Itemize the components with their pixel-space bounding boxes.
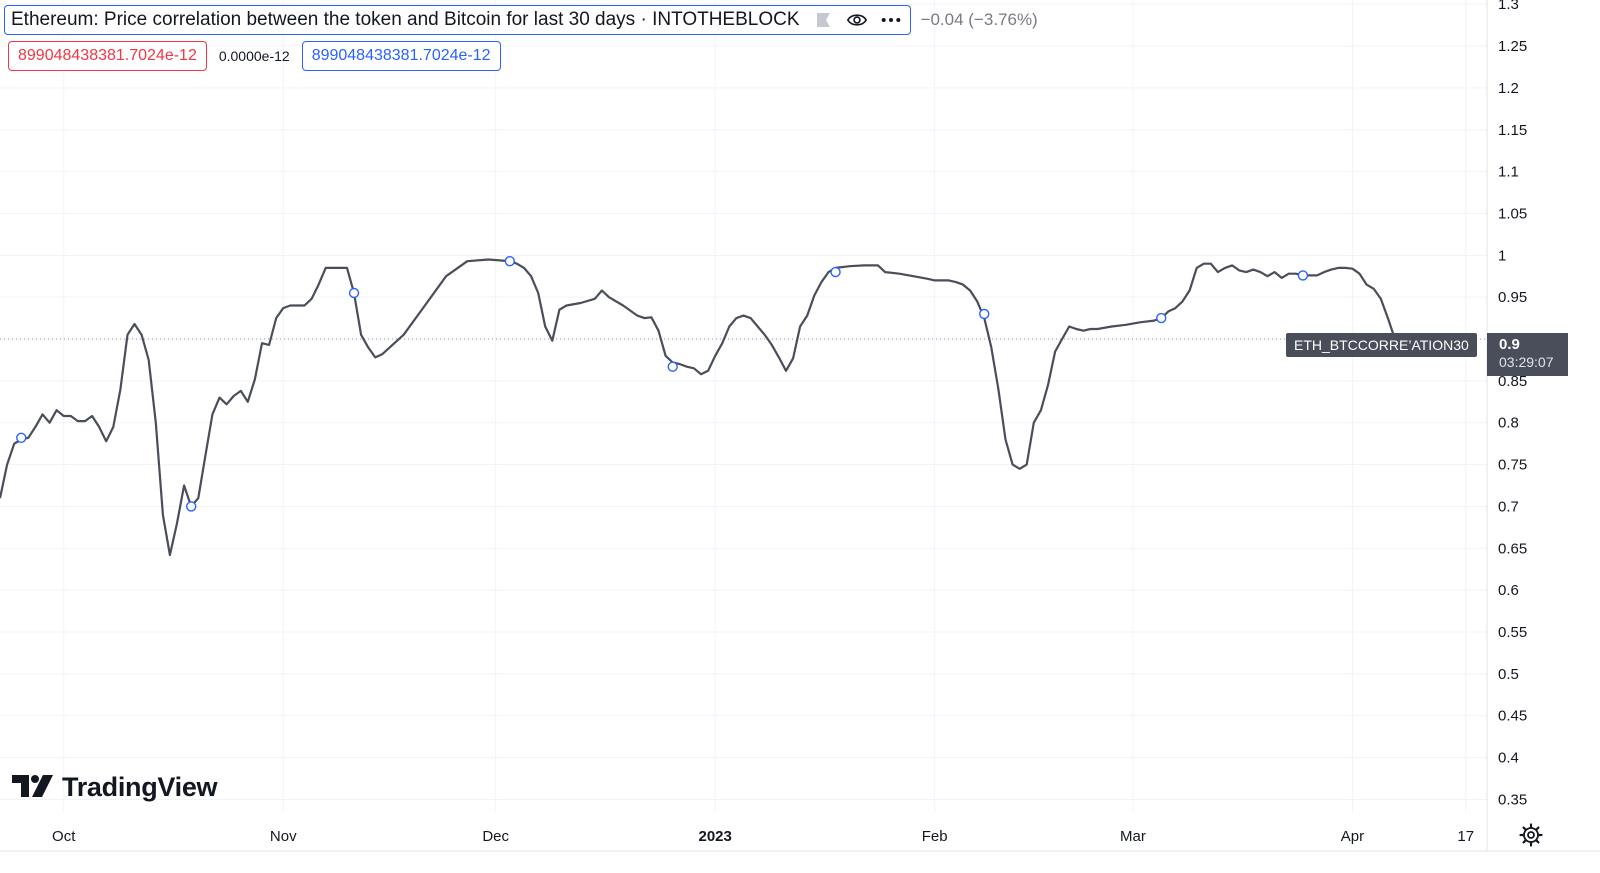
last-price-value: 0.9 bbox=[1499, 336, 1520, 353]
y-tick-label: 1.05 bbox=[1498, 205, 1527, 222]
settings-gear-icon[interactable] bbox=[1519, 823, 1543, 847]
y-tick-label: 0.45 bbox=[1498, 708, 1527, 725]
line-point-marker bbox=[1297, 270, 1309, 281]
indicator-title: Ethereum: Price correlation between the … bbox=[11, 9, 800, 30]
y-tick-label: 0.5 bbox=[1498, 666, 1519, 683]
series-name-tag: ETH_BTCCORRE’ATION30 bbox=[1286, 333, 1477, 357]
line-point-marker bbox=[667, 361, 678, 372]
last-price-tag: 0.9 03:29:07 bbox=[1487, 333, 1568, 376]
legend-row: Ethereum: Price correlation between the … bbox=[4, 5, 1038, 35]
y-tick-label: 1.25 bbox=[1498, 38, 1527, 55]
y-tick-label: 1.2 bbox=[1498, 80, 1519, 97]
tradingview-logo[interactable]: TradingView bbox=[12, 772, 218, 803]
y-tick-label: 0.7 bbox=[1498, 498, 1519, 515]
y-tick-label: 0.95 bbox=[1498, 289, 1527, 306]
line-point-marker bbox=[979, 308, 990, 320]
y-tick-label: 0.35 bbox=[1498, 791, 1527, 808]
x-tick-label: 17 bbox=[1457, 828, 1474, 845]
series-line bbox=[0, 258, 1396, 557]
y-tick-label: 0.4 bbox=[1498, 750, 1519, 767]
line-point-marker bbox=[185, 501, 197, 512]
chart-canvas[interactable]: 1.31.251.21.151.11.0510.950.90.850.80.75… bbox=[0, 0, 1600, 873]
y-tick-label: 0.75 bbox=[1498, 457, 1527, 474]
x-tick-label: Feb bbox=[922, 828, 948, 845]
x-tick-label: Dec bbox=[482, 828, 509, 845]
line-point-marker bbox=[830, 266, 841, 278]
bar-countdown: 03:29:07 bbox=[1499, 354, 1554, 370]
y-tick-label: 1.3 bbox=[1498, 0, 1519, 13]
x-tick-label: Nov bbox=[270, 828, 297, 845]
tradingview-logo-text: TradingView bbox=[62, 772, 218, 802]
y-tick-label: 0.6 bbox=[1498, 582, 1519, 599]
eye-icon[interactable] bbox=[846, 9, 868, 31]
y-tick-label: 1.15 bbox=[1498, 122, 1527, 139]
line-point-marker bbox=[1156, 312, 1167, 324]
y-tick-label: 0.8 bbox=[1498, 415, 1519, 432]
y-tick-label: 0.65 bbox=[1498, 540, 1527, 557]
y-tick-label: 1.1 bbox=[1498, 164, 1519, 181]
tradingview-logo-icon bbox=[12, 774, 53, 797]
line-point-marker bbox=[504, 255, 516, 267]
line-point-marker bbox=[16, 432, 27, 444]
x-tick-label: Mar bbox=[1120, 828, 1146, 845]
value-close: 899048438381.7024e-12 bbox=[301, 41, 501, 71]
change-value: −0.04 (−3.76%) bbox=[920, 10, 1038, 29]
flag-icon[interactable] bbox=[812, 9, 834, 31]
values-row: 899048438381.7024e-12 0.0000e-12 8990484… bbox=[8, 41, 501, 71]
line-point-marker bbox=[348, 287, 360, 299]
value-open: 899048438381.7024e-12 bbox=[8, 41, 207, 71]
y-tick-label: 1 bbox=[1498, 247, 1506, 264]
x-tick-label: Oct bbox=[52, 828, 76, 845]
x-tick-label: 2023 bbox=[698, 828, 731, 845]
value-mid: 0.0000e-12 bbox=[218, 48, 290, 64]
indicator-title-box[interactable]: Ethereum: Price correlation between the … bbox=[4, 5, 911, 35]
more-icon[interactable] bbox=[880, 9, 902, 31]
x-tick-label: Apr bbox=[1341, 828, 1364, 845]
y-tick-label: 0.55 bbox=[1498, 624, 1527, 641]
